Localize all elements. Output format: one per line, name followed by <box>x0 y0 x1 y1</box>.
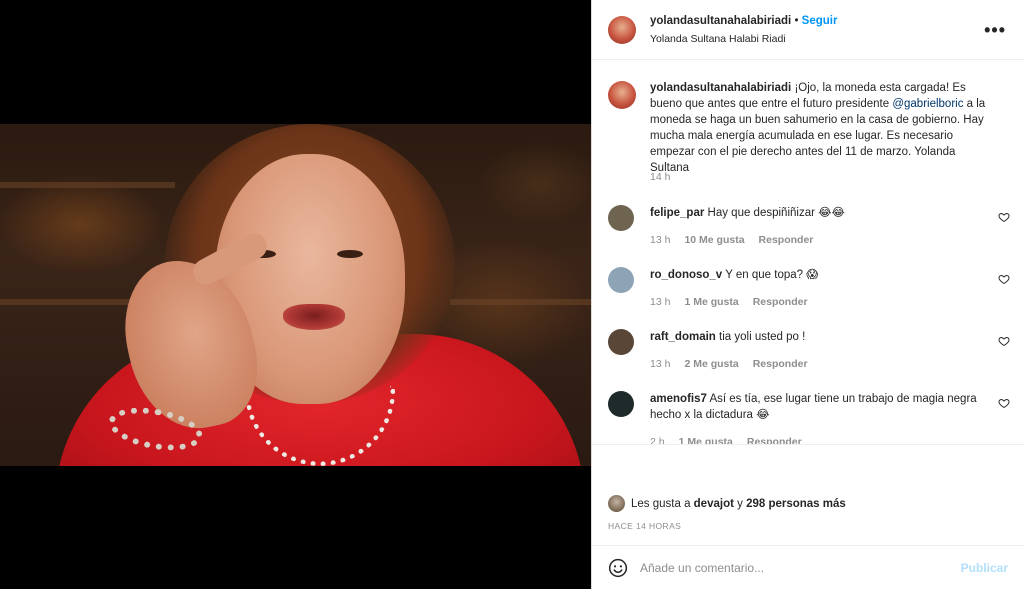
mouth <box>283 304 345 330</box>
author-fullname: Yolanda Sultana Halabi Riadi <box>650 33 786 45</box>
video-frame[interactable] <box>0 124 591 466</box>
comment-text: raft_domain tia yoli usted po ! <box>650 329 995 345</box>
background-shelf <box>0 182 175 188</box>
caption-text: yolandasultanahalabiriadi ¡Ojo, la moned… <box>650 80 995 176</box>
post-side-panel: yolandasultanahalabiriadi • Seguir Yolan… <box>591 0 1024 589</box>
comment-username[interactable]: amenofis7 <box>650 393 707 405</box>
liker-username[interactable]: devajot <box>694 498 734 510</box>
reply-button[interactable]: Responder <box>759 234 814 246</box>
comment-body: tia yoli usted po ! <box>719 331 806 343</box>
author-line: yolandasultanahalabiriadi • Seguir <box>650 15 837 27</box>
comment-input[interactable] <box>640 558 940 578</box>
comment-text: amenofis7 Así es tía, ese lugar tiene un… <box>650 391 995 423</box>
comment-username[interactable]: felipe_par <box>650 207 704 219</box>
comment-text: felipe_par Hay que despiñiñizar 😂😂 <box>650 205 995 221</box>
comment-meta: 2 h 1 Me gusta Responder <box>650 436 802 444</box>
comment-meta: 13 h 1 Me gusta Responder <box>650 296 808 308</box>
comment-likes[interactable]: 1 Me gusta <box>684 296 738 308</box>
comment-body: Y en que topa? 😱 <box>725 269 819 281</box>
comment-likes[interactable]: 10 Me gusta <box>684 234 744 246</box>
comment-time: 13 h <box>650 234 671 246</box>
author-username[interactable]: yolandasultanahalabiriadi <box>650 15 791 27</box>
comment-avatar[interactable] <box>608 267 634 293</box>
liker-avatar <box>608 495 625 512</box>
publish-button[interactable]: Publicar <box>961 561 1008 575</box>
more-options-icon[interactable]: ••• <box>984 20 1006 41</box>
comment-time: 2 h <box>650 436 665 444</box>
comment-username[interactable]: ro_donoso_v <box>650 269 722 281</box>
post-time-ago: HACE 14 HORAS <box>608 521 682 531</box>
likes-section: Les gusta a devajot y 298 personas más H… <box>592 444 1024 545</box>
comment-likes[interactable]: 1 Me gusta <box>679 436 733 444</box>
emoji-icon[interactable] <box>608 558 628 578</box>
comment-avatar[interactable] <box>608 205 634 231</box>
reply-button[interactable]: Responder <box>747 436 802 444</box>
caption-avatar[interactable] <box>608 81 636 109</box>
likes-summary[interactable]: Les gusta a devajot y 298 personas más <box>608 495 846 512</box>
comment-time: 13 h <box>650 296 671 308</box>
likes-conjunction: y <box>733 497 747 510</box>
background-shelf <box>450 299 591 305</box>
comment-likes[interactable]: 2 Me gusta <box>684 358 738 370</box>
comment-time: 13 h <box>650 358 671 370</box>
comment-text: ro_donoso_v Y en que topa? 😱 <box>650 267 995 283</box>
reply-button[interactable]: Responder <box>753 358 808 370</box>
author-avatar[interactable] <box>608 16 636 44</box>
comment-avatar[interactable] <box>608 391 634 417</box>
post-header: yolandasultanahalabiriadi • Seguir Yolan… <box>592 0 1024 60</box>
heart-icon[interactable] <box>998 273 1010 285</box>
comment-avatar[interactable] <box>608 329 634 355</box>
heart-icon[interactable] <box>998 335 1010 347</box>
separator-dot: • <box>794 15 799 27</box>
likes-count[interactable]: 298 personas más <box>746 498 846 510</box>
heart-icon[interactable] <box>998 211 1010 223</box>
comment-username[interactable]: raft_domain <box>650 331 716 343</box>
comment-meta: 13 h 2 Me gusta Responder <box>650 358 808 370</box>
comments-list[interactable]: yolandasultanahalabiriadi ¡Ojo, la moned… <box>592 61 1024 444</box>
likes-prefix: Les gusta a <box>631 497 694 510</box>
caption-username[interactable]: yolandasultanahalabiriadi <box>650 82 791 94</box>
heart-icon[interactable] <box>998 397 1010 409</box>
post-media[interactable] <box>0 0 591 589</box>
right-eye <box>337 250 363 258</box>
reply-button[interactable]: Responder <box>753 296 808 308</box>
comment-composer: Publicar <box>592 545 1024 589</box>
comment-meta: 13 h 10 Me gusta Responder <box>650 234 813 246</box>
follow-button[interactable]: Seguir <box>802 15 838 27</box>
comment-body: Hay que despiñiñizar 😂😂 <box>707 207 845 219</box>
mention-link[interactable]: @gabrielboric <box>892 98 963 110</box>
caption-time: 14 h <box>650 171 671 183</box>
